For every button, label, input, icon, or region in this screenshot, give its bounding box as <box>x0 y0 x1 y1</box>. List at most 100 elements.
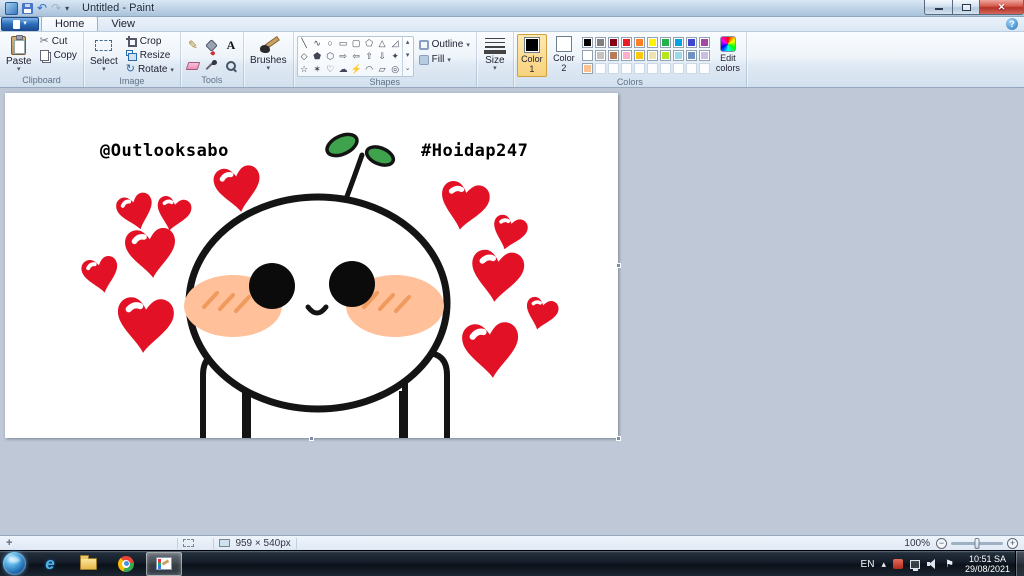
shape-icon[interactable]: ⇩ <box>376 50 389 63</box>
zoom-out-button[interactable]: − <box>936 537 947 549</box>
color-swatch[interactable] <box>685 37 697 48</box>
shape-icon[interactable]: ◇ <box>298 50 311 63</box>
color-swatch[interactable] <box>607 37 619 48</box>
canvas-resize-handle-corner[interactable] <box>616 436 621 441</box>
tab-home[interactable]: Home <box>41 16 99 31</box>
magnifier-tool[interactable] <box>222 56 240 75</box>
taskbar-internet-explorer-button[interactable] <box>32 552 68 576</box>
drawing-canvas[interactable]: @Outlooksabo #Hoidap247 <box>5 93 621 441</box>
language-indicator[interactable]: EN <box>861 559 875 570</box>
shape-icon[interactable]: ◠ <box>363 63 376 76</box>
tab-view[interactable]: View <box>98 17 148 31</box>
copy-button[interactable]: Copy <box>37 49 80 62</box>
shape-icon[interactable]: ⇦ <box>350 50 363 63</box>
empty-color-swatch[interactable] <box>698 63 710 74</box>
color-swatch[interactable] <box>581 37 593 48</box>
minimize-button[interactable] <box>924 0 953 15</box>
shape-icon[interactable]: ∿ <box>311 37 324 50</box>
shape-icon[interactable]: ╲ <box>298 37 311 50</box>
shape-icon[interactable]: ⇧ <box>363 50 376 63</box>
fill-tool[interactable] <box>203 36 221 55</box>
empty-color-swatch[interactable] <box>672 63 684 74</box>
zoom-slider-thumb[interactable] <box>974 537 980 549</box>
paint-menu-button[interactable] <box>1 17 39 31</box>
zoom-in-button[interactable]: + <box>1007 537 1018 549</box>
empty-color-swatch[interactable] <box>685 63 697 74</box>
cut-button[interactable]: Cut <box>37 35 80 48</box>
shape-icon[interactable]: ◎ <box>389 63 402 76</box>
empty-color-swatch[interactable] <box>607 63 619 74</box>
shape-icon[interactable]: ⬠ <box>363 37 376 50</box>
shape-icon[interactable]: ○ <box>324 37 337 50</box>
canvas-resize-handle-bottom[interactable] <box>308 436 314 441</box>
size-button[interactable]: Size <box>480 34 510 72</box>
color-swatch[interactable] <box>620 37 632 48</box>
taskbar-explorer-button[interactable] <box>70 552 106 576</box>
shape-icon[interactable]: ☁ <box>337 63 350 76</box>
color-swatch[interactable] <box>594 37 606 48</box>
customize-qat-icon[interactable] <box>65 2 69 14</box>
shapes-scroll-up-icon[interactable] <box>403 37 413 50</box>
brushes-button[interactable]: Brushes <box>247 34 290 72</box>
empty-color-swatch[interactable] <box>594 63 606 74</box>
show-hidden-icons-icon[interactable] <box>881 558 886 570</box>
shape-icon[interactable]: ⇨ <box>337 50 350 63</box>
fill-button[interactable]: Fill <box>416 53 473 66</box>
empty-color-swatch[interactable] <box>633 63 645 74</box>
shape-icon[interactable]: ⚡ <box>350 63 363 76</box>
close-button[interactable] <box>980 0 1024 15</box>
color-swatch[interactable] <box>672 37 684 48</box>
zoom-slider[interactable] <box>951 537 1003 549</box>
shape-icon[interactable]: ▢ <box>350 37 363 50</box>
color-swatch[interactable] <box>646 37 658 48</box>
start-button[interactable] <box>3 552 26 575</box>
outline-button[interactable]: Outline <box>416 38 473 51</box>
edit-colors-button[interactable]: Edit colors <box>713 34 743 75</box>
shape-icon[interactable]: ◿ <box>389 37 402 50</box>
shape-icon[interactable]: ▭ <box>337 37 350 50</box>
color-swatch[interactable] <box>581 50 593 61</box>
taskbar-chrome-button[interactable] <box>108 552 144 576</box>
color-picker-tool[interactable] <box>203 56 221 75</box>
empty-color-swatch[interactable] <box>646 63 658 74</box>
text-tool[interactable] <box>222 36 240 55</box>
pencil-tool[interactable] <box>184 36 202 55</box>
shape-icon[interactable]: ♡ <box>324 63 337 76</box>
shapes-scroll-down-icon[interactable] <box>403 50 413 63</box>
shape-icon[interactable]: ▱ <box>376 63 389 76</box>
color-swatch[interactable] <box>659 37 671 48</box>
color-swatch[interactable] <box>620 50 632 61</box>
tray-app-icon[interactable] <box>892 559 903 569</box>
empty-color-swatch[interactable] <box>659 63 671 74</box>
show-desktop-button[interactable] <box>1015 551 1024 576</box>
resize-button[interactable]: Resize <box>123 49 177 62</box>
color-swatch[interactable] <box>659 50 671 61</box>
canvas-resize-handle-right[interactable] <box>616 262 621 268</box>
shape-icon[interactable]: △ <box>376 37 389 50</box>
color-swatch[interactable] <box>646 50 658 61</box>
save-icon[interactable] <box>22 2 33 14</box>
empty-color-swatch[interactable] <box>620 63 632 74</box>
color-swatch[interactable] <box>607 50 619 61</box>
color-swatch[interactable] <box>594 50 606 61</box>
shape-icon[interactable]: ✦ <box>389 50 402 63</box>
network-icon[interactable] <box>909 559 920 571</box>
color-swatch[interactable] <box>633 50 645 61</box>
color1-button[interactable]: Color 1 <box>516 34 547 77</box>
select-button[interactable]: Select <box>87 34 121 73</box>
color-swatch[interactable] <box>633 37 645 48</box>
color-swatch[interactable] <box>581 63 593 74</box>
volume-icon[interactable] <box>926 559 938 569</box>
paste-button[interactable]: Paste <box>3 34 35 73</box>
action-center-icon[interactable] <box>945 559 954 570</box>
color-swatch[interactable] <box>672 50 684 61</box>
shape-icon[interactable]: ⬡ <box>324 50 337 63</box>
shape-icon[interactable]: ✶ <box>311 63 324 76</box>
color-swatch[interactable] <box>698 50 710 61</box>
shape-icon[interactable]: ⬟ <box>311 50 324 63</box>
shape-icon[interactable]: ☆ <box>298 63 311 76</box>
crop-button[interactable]: Crop <box>123 35 177 48</box>
shapes-more-icon[interactable] <box>403 63 413 76</box>
paint-app-icon[interactable] <box>5 1 18 15</box>
undo-icon[interactable] <box>37 2 47 15</box>
